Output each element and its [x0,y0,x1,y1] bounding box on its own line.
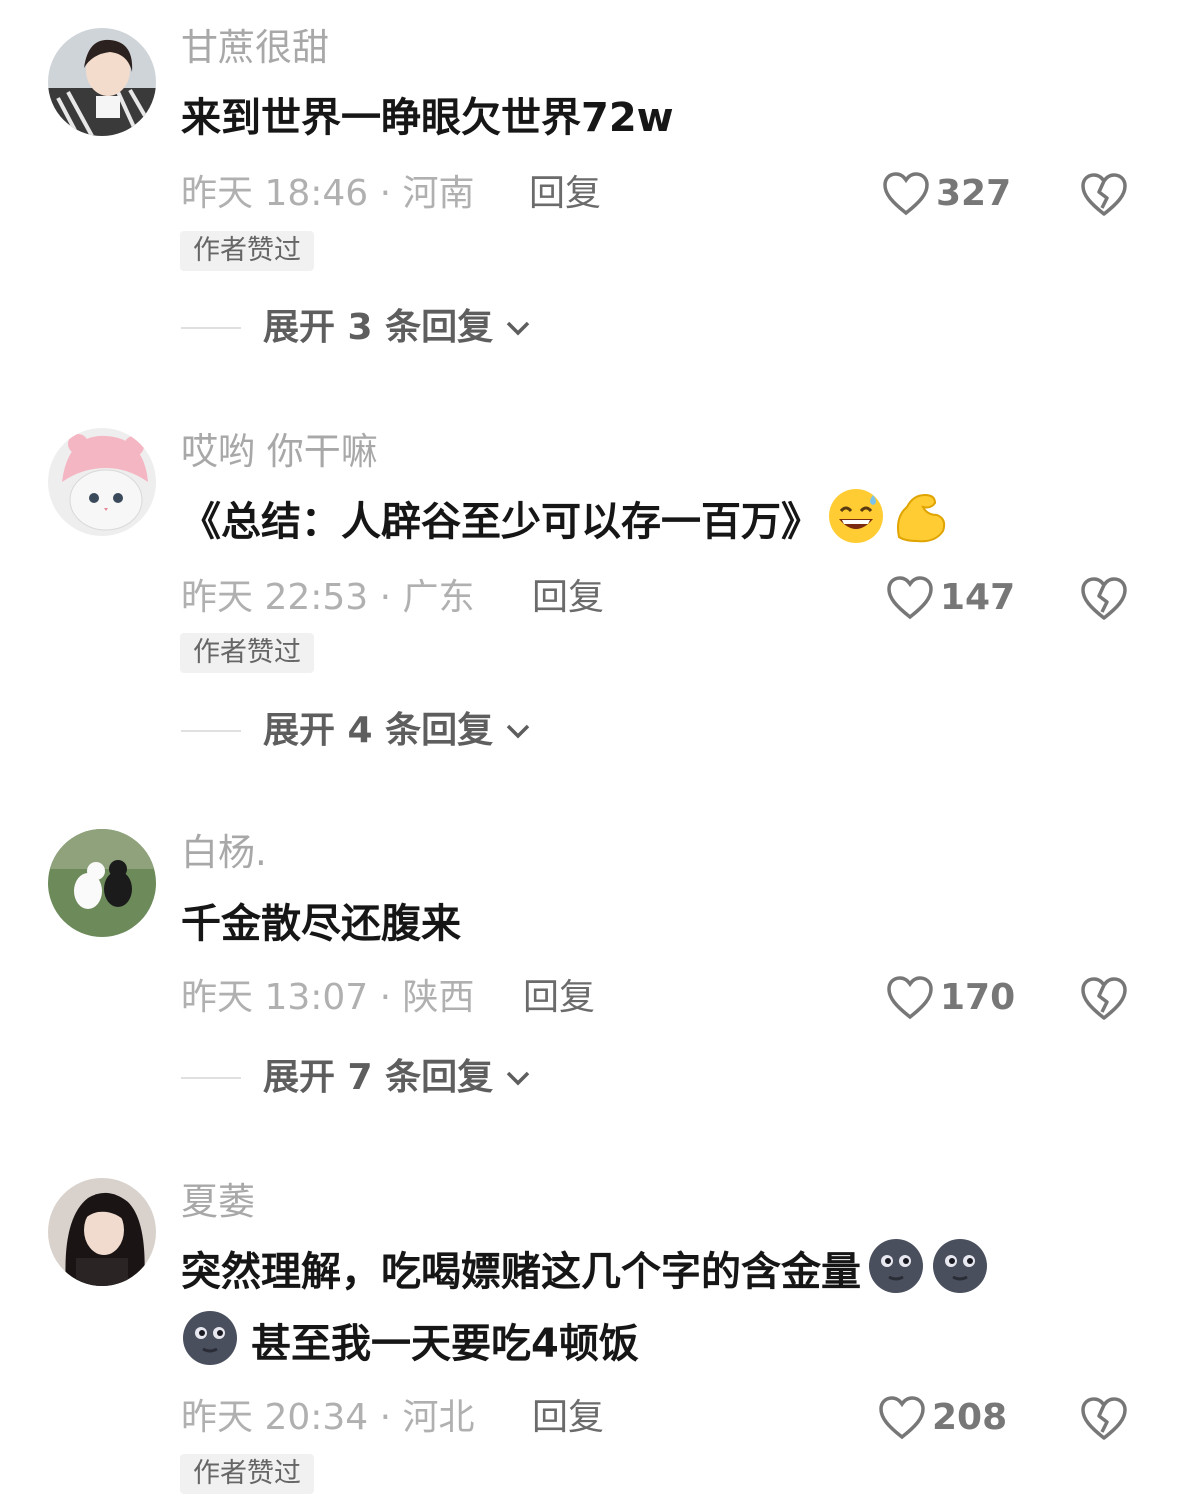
username[interactable]: 夏萎 [181,1178,255,1226]
comment-text: 来到世界一睁眼欠世界72w [181,82,1121,154]
expand-replies-label: 展开 7 条回复 [263,1057,494,1098]
divider [181,1077,241,1079]
comment-line-text: 突然理解，吃喝嫖赌这几个字的含金量 [181,1249,861,1295]
username[interactable]: 哎哟 你干嘛 [181,428,378,476]
broken-heart-icon[interactable] [1080,172,1128,218]
heart-icon [887,976,933,1020]
expand-replies-button[interactable]: 展开 3 条回复 [181,304,531,352]
divider [181,327,241,329]
reply-button[interactable]: 回复 [532,1394,604,1442]
expand-replies-button[interactable]: 展开 4 条回复 [181,707,531,755]
broken-heart-icon[interactable] [1080,1396,1128,1442]
girl-portrait-avatar-icon [48,28,156,136]
broken-heart-icon[interactable] [1080,576,1128,622]
timestamp-location: 昨天 20:34 · 河北 [181,1397,475,1438]
comment-line: 千金散尽还腹来 [181,901,461,947]
username[interactable]: 白杨. [181,829,267,877]
expand-replies-label: 展开 4 条回复 [263,710,494,751]
broken-heart-icon[interactable] [1080,976,1128,1022]
avatar[interactable] [48,28,156,136]
avatar[interactable] [48,428,156,536]
timestamp-location: 昨天 22:53 · 广东 [181,577,475,618]
woman-portrait-avatar-icon [48,1178,156,1286]
comment-text: 突然理解，吃喝嫖赌这几个字的含金量 甚至我一天要吃4顿饭 [181,1236,1121,1380]
username[interactable]: 甘蔗很甜 [181,24,329,72]
comment-line: 《总结：人辟谷至少可以存一百万》 [181,486,1121,558]
comment-meta: 昨天 22:53 · 广东 [181,574,475,622]
new-moon-face-emoji-icon [869,1239,923,1293]
comment-meta: 昨天 13:07 · 陕西 [181,974,475,1022]
heart-icon [879,1396,925,1440]
author-liked-badge: 作者赞过 [180,633,314,673]
author-liked-badge: 作者赞过 [180,231,314,271]
like-button[interactable]: 327 [882,170,1011,218]
avatar[interactable] [48,1178,156,1286]
avatar[interactable] [48,829,156,937]
flexed-biceps-emoji-icon [897,493,946,543]
like-button[interactable]: 170 [886,974,1015,1022]
reply-button[interactable]: 回复 [523,974,595,1022]
comment-line-text: 甚至我一天要吃4顿饭 [251,1321,639,1367]
like-count: 208 [932,1397,1008,1438]
heart-icon [883,172,929,216]
comment-line: 突然理解，吃喝嫖赌这几个字的含金量 [181,1236,1121,1308]
like-count: 170 [940,977,1016,1018]
reply-button[interactable]: 回复 [532,574,604,622]
reply-button[interactable]: 回复 [529,170,601,218]
like-count: 327 [936,173,1012,214]
new-moon-face-emoji-icon [183,1311,237,1365]
expand-replies-label: 展开 3 条回复 [263,307,494,348]
new-moon-face-emoji-icon [933,1239,987,1293]
comment-meta: 昨天 20:34 · 河北 [181,1394,475,1442]
cat-in-pink-hat-avatar-icon [48,428,156,536]
comment-meta: 昨天 18:46 · 河南 [181,170,475,218]
heart-icon [887,576,933,620]
chevron-down-icon [506,321,530,336]
comment-line: 甚至我一天要吃4顿饭 [181,1308,1121,1380]
chevron-down-icon [506,1071,530,1086]
comment-line: 来到世界一睁眼欠世界72w [181,95,674,141]
grinning-sweat-emoji-icon [829,489,883,543]
comment-text: 千金散尽还腹来 [181,888,1121,960]
like-button[interactable]: 147 [886,574,1015,622]
two-cats-on-grass-avatar-icon [48,829,156,937]
expand-replies-button[interactable]: 展开 7 条回复 [181,1054,531,1102]
chevron-down-icon [506,724,530,739]
divider [181,730,241,732]
comment-line-text: 《总结：人辟谷至少可以存一百万》 [181,499,821,545]
timestamp-location: 昨天 13:07 · 陕西 [181,977,475,1018]
comment-text: 《总结：人辟谷至少可以存一百万》 [181,486,1121,558]
like-count: 147 [940,577,1016,618]
timestamp-location: 昨天 18:46 · 河南 [181,173,475,214]
like-button[interactable]: 208 [878,1394,1007,1442]
author-liked-badge: 作者赞过 [180,1454,314,1494]
